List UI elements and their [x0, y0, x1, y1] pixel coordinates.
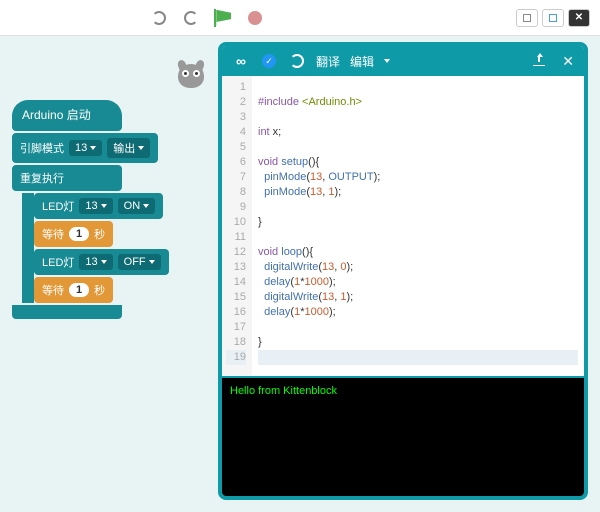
- forever-block[interactable]: 重复执行: [12, 165, 122, 191]
- pinmode-mode-dropdown[interactable]: 输出: [107, 138, 150, 158]
- translate-button[interactable]: 翻译: [316, 53, 340, 70]
- led-block-1[interactable]: LED灯 13 ON: [34, 193, 163, 219]
- code-panel: ∞ ✓ 翻译 编辑 ✕ 1234567891011121314151617181…: [218, 42, 588, 500]
- forever-bottom: [12, 305, 122, 319]
- led1-pin-dropdown[interactable]: 13: [79, 198, 112, 214]
- led2-state-dropdown[interactable]: OFF: [118, 254, 161, 270]
- code-header: ∞ ✓ 翻译 编辑 ✕: [222, 46, 584, 76]
- forever-label: 重复执行: [20, 170, 64, 186]
- line-gutter: 12345678910111213141516171819: [222, 76, 252, 376]
- code-editor[interactable]: 12345678910111213141516171819 #include <…: [222, 76, 584, 376]
- layout-button-1[interactable]: [516, 9, 538, 27]
- layout-button-2[interactable]: [542, 9, 564, 27]
- chevron-down-icon: [90, 146, 96, 150]
- top-right-controls: ✕: [516, 9, 590, 27]
- serial-console: Hello from Kittenblock: [222, 376, 584, 496]
- edit-button[interactable]: 编辑: [350, 53, 374, 70]
- led2-pin-dropdown[interactable]: 13: [79, 254, 112, 270]
- refresh-icon[interactable]: [288, 53, 306, 69]
- hat-label: Arduino 启动: [22, 108, 91, 122]
- chevron-down-icon: [143, 204, 149, 208]
- wait-label: 等待: [42, 282, 64, 298]
- led1-state-dropdown[interactable]: ON: [118, 198, 156, 214]
- wait-unit: 秒: [94, 226, 105, 242]
- pinmode-label: 引脚模式: [20, 140, 64, 156]
- chevron-down-icon: [101, 260, 107, 264]
- led-label: LED灯: [42, 254, 74, 270]
- fullscreen-button[interactable]: ✕: [568, 9, 590, 27]
- console-text: Hello from Kittenblock: [230, 385, 337, 397]
- top-left-controls: [150, 9, 264, 27]
- chevron-down-icon: [138, 146, 144, 150]
- top-bar: ✕: [0, 0, 600, 36]
- wait-unit: 秒: [94, 282, 105, 298]
- wait-block-2[interactable]: 等待 1 秒: [34, 277, 113, 303]
- wait1-value[interactable]: 1: [69, 227, 89, 241]
- pinmode-block[interactable]: 引脚模式 13 输出: [12, 133, 158, 163]
- led-label: LED灯: [42, 198, 74, 214]
- upload-icon[interactable]: [530, 53, 548, 69]
- arduino-start-hat[interactable]: Arduino 启动: [12, 100, 122, 131]
- led-block-2[interactable]: LED灯 13 OFF: [34, 249, 169, 275]
- owl-sprite[interactable]: [175, 60, 207, 90]
- verify-icon[interactable]: ✓: [260, 53, 278, 69]
- wait2-value[interactable]: 1: [69, 283, 89, 297]
- code-body[interactable]: #include <Arduino.h> int x; void setup()…: [252, 76, 584, 376]
- redo-icon[interactable]: [182, 9, 200, 27]
- wait-block-1[interactable]: 等待 1 秒: [34, 221, 113, 247]
- chevron-down-icon[interactable]: [384, 59, 390, 63]
- stop-icon[interactable]: [246, 9, 264, 27]
- pinmode-pin-dropdown[interactable]: 13: [69, 140, 102, 156]
- wait-label: 等待: [42, 226, 64, 242]
- blocks-workspace[interactable]: Arduino 启动 引脚模式 13 输出 重复执行 LED灯 13 ON 等待…: [12, 100, 192, 319]
- undo-icon[interactable]: [150, 9, 168, 27]
- chevron-down-icon: [149, 260, 155, 264]
- chevron-down-icon: [101, 204, 107, 208]
- close-icon[interactable]: ✕: [562, 53, 574, 70]
- green-flag-icon[interactable]: [214, 9, 232, 27]
- arduino-logo-icon[interactable]: ∞: [232, 53, 250, 69]
